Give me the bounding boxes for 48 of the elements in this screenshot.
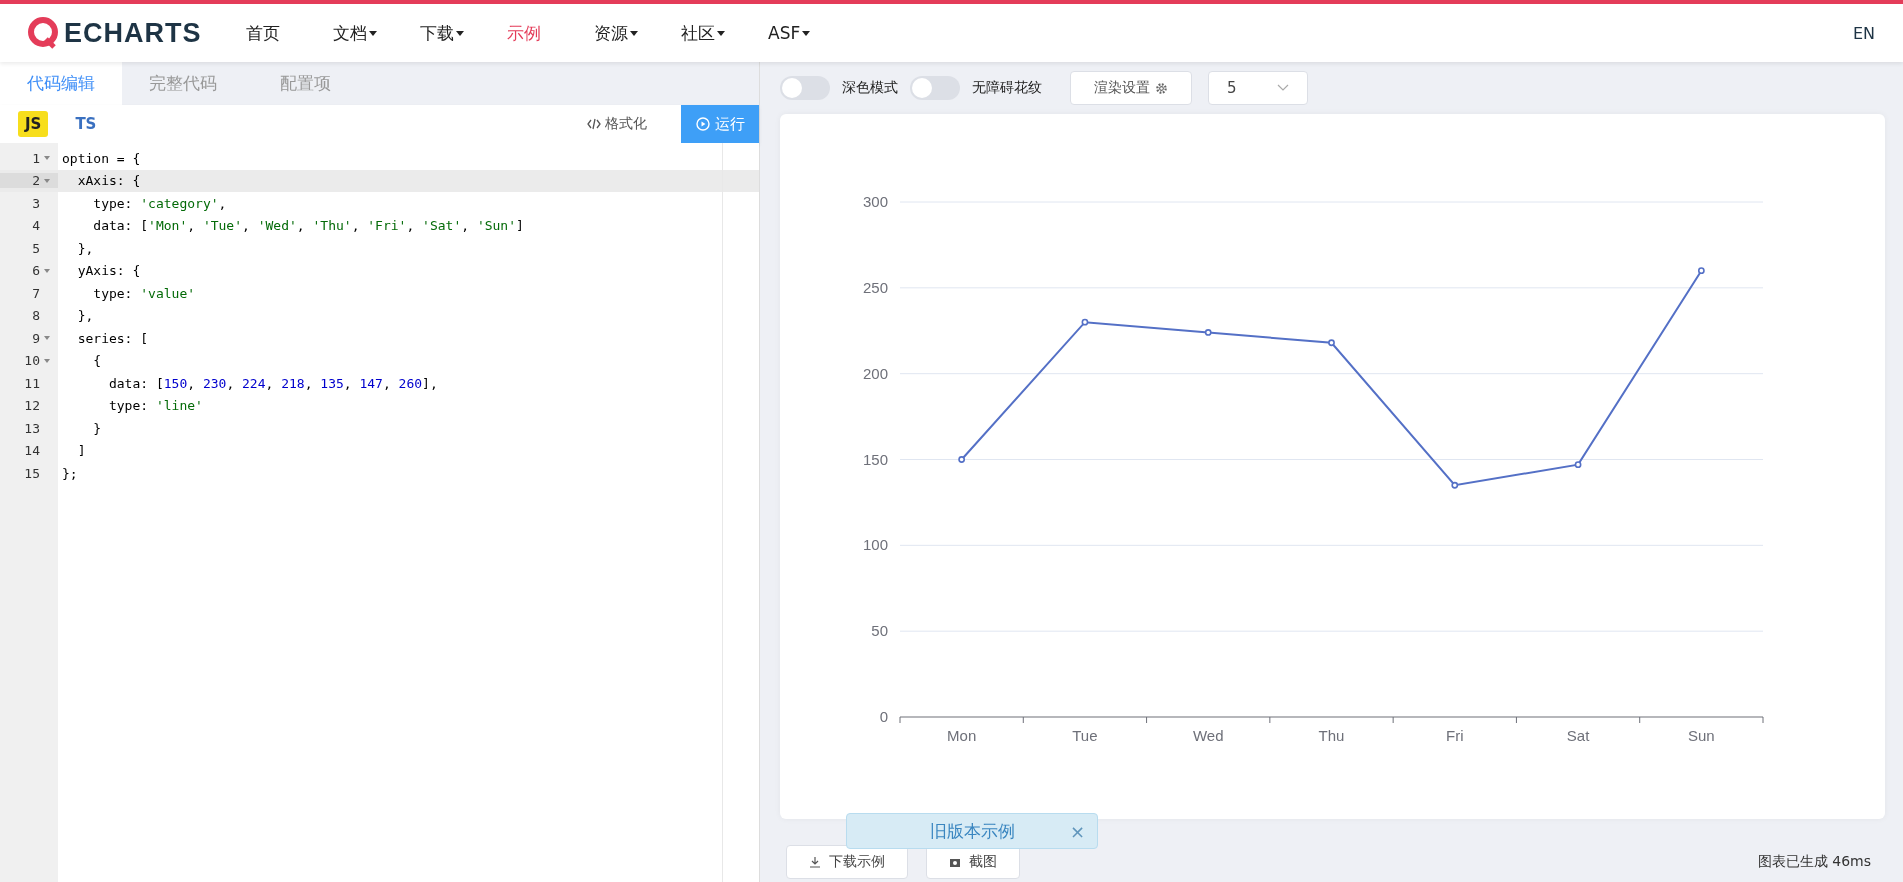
- axis-label: Tue: [1072, 727, 1098, 744]
- code-line: },: [76, 308, 94, 324]
- axis-label: Sun: [1688, 727, 1715, 744]
- line-number: 10: [24, 353, 40, 369]
- axis-label: Sat: [1566, 727, 1590, 744]
- code-line: xAxis: {: [76, 173, 141, 189]
- line-number: 8: [32, 308, 40, 324]
- code-line: yAxis: {: [76, 263, 141, 279]
- axis-label: 150: [862, 450, 888, 468]
- line-number: 3: [32, 195, 40, 211]
- code-line: type: 'value': [92, 285, 196, 301]
- axis-label: Fri: [1446, 727, 1464, 744]
- code-line: data: [150, 230, 224, 218, 135, 147, 260],: [107, 375, 438, 391]
- line-number: 7: [32, 285, 40, 301]
- code-line: type: 'line': [107, 398, 203, 414]
- axis-label: Wed: [1192, 727, 1224, 744]
- axis-label: 300: [862, 193, 888, 210]
- axis-label: 200: [862, 364, 888, 382]
- toggle-label: 无障碍花纹: [972, 79, 1042, 97]
- axis-label: Thu: [1318, 727, 1345, 744]
- axis-label: 50: [871, 622, 888, 640]
- line-number: 6: [32, 263, 40, 279]
- toast-message: 旧版本示例: [929, 819, 1015, 843]
- axis-label: 250: [862, 278, 888, 296]
- code-line: }: [92, 420, 102, 436]
- line-number: 15: [24, 465, 40, 481]
- axis-label: 100: [862, 536, 888, 554]
- code-line: },: [76, 240, 94, 256]
- line-number: 12: [24, 398, 40, 414]
- toggle-label: 深色模式: [842, 79, 898, 97]
- line-number: 14: [24, 443, 40, 459]
- line-number: 9: [32, 330, 40, 346]
- code-line: };: [61, 465, 78, 481]
- line-number: 5: [32, 240, 40, 256]
- code-line: option = {: [61, 150, 141, 166]
- line-number: 13: [24, 420, 40, 436]
- code-line: ]: [76, 443, 86, 459]
- code-line: type: 'category',: [92, 195, 227, 211]
- line-number: 11: [24, 375, 40, 391]
- code-line: data: ['Mon', 'Tue', 'Wed', 'Thu', 'Fri', 'Sat', 'Sun']: [92, 218, 524, 234]
- line-number: 2: [32, 173, 40, 189]
- axis-label: 0: [879, 708, 888, 725]
- code-line: {: [92, 353, 102, 369]
- status-text: 图表已生成 46ms: [1757, 852, 1871, 871]
- line-number: 1: [32, 150, 40, 166]
- line-number: 4: [32, 218, 40, 234]
- code-line: series: [: [76, 330, 149, 346]
- axis-label: Mon: [947, 727, 977, 744]
